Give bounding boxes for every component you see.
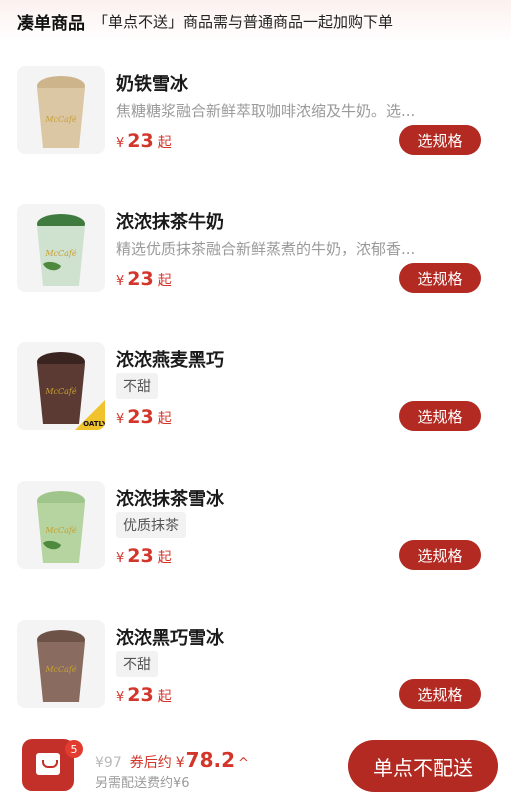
original-total: ¥97 (95, 755, 122, 771)
product-name: 浓浓抹茶雪冰 (116, 489, 224, 510)
delivery-fee-note: 另需配送费约¥6 (95, 776, 190, 791)
drink-cup-icon: McCafé (37, 76, 85, 148)
price-currency: ¥ (116, 412, 125, 427)
price-amount: 23 (127, 268, 154, 290)
product-name: 奶铁雪冰 (116, 74, 188, 95)
select-spec-button[interactable]: 选规格 (399, 401, 481, 431)
product-tag: 优质抹茶 (116, 512, 186, 538)
svg-text:McCafé: McCafé (44, 387, 77, 396)
drink-cup-icon: McCafé OATLY (37, 352, 105, 430)
price-amount: 23 (127, 130, 154, 152)
svg-text:McCafé: McCafé (44, 665, 77, 674)
after-coupon-label: 券后约 (129, 755, 172, 771)
no-delivery-button[interactable]: 单点不配送 (348, 740, 498, 792)
final-total: 78.2 (185, 748, 236, 772)
price-amount: 23 (127, 545, 154, 567)
product-tag: 不甜 (116, 651, 158, 677)
shopping-bag-icon (36, 753, 60, 775)
price-suffix: 起 (157, 273, 172, 289)
svg-text:McCafé: McCafé (44, 526, 77, 535)
price-summary[interactable]: ¥97 券后约 ¥ 78.2 ^ (95, 748, 249, 772)
product-name: 浓浓燕麦黑巧 (116, 350, 224, 371)
product-price: ¥ 23 起 (116, 130, 172, 152)
price-suffix: 起 (157, 411, 172, 427)
product-item[interactable]: McCafé 浓浓抹茶牛奶 精选优质抹茶融合新鲜蒸煮的牛奶，浓郁香... ¥ 2… (0, 204, 511, 324)
product-image[interactable]: McCafé OATLY (17, 342, 105, 430)
final-currency: ¥ (175, 755, 185, 771)
product-image[interactable]: McCafé (17, 481, 105, 569)
price-currency: ¥ (116, 551, 125, 566)
drink-cup-icon: McCafé (37, 491, 85, 563)
section-notice: 「单点不送」商品需与普通商品一起加购下单 (93, 12, 394, 31)
caret-up-icon[interactable]: ^ (238, 756, 249, 771)
product-desc: 精选优质抹茶融合新鲜蒸煮的牛奶，浓郁香... (116, 240, 416, 258)
page-header: 凑单商品 「单点不送」商品需与普通商品一起加购下单 (0, 0, 511, 42)
product-name: 浓浓黑巧雪冰 (116, 628, 224, 649)
oatly-badge-text: OATLY (83, 420, 105, 428)
product-image[interactable]: McCafé (17, 66, 105, 154)
price-amount: 23 (127, 684, 154, 706)
cart-count-badge: 5 (65, 740, 83, 758)
select-spec-button[interactable]: 选规格 (399, 125, 481, 155)
product-price: ¥ 23 起 (116, 268, 172, 290)
checkout-bar: 5 ¥97 券后约 ¥ 78.2 ^ 另需配送费约¥6 单点不配送 (0, 728, 511, 800)
price-currency: ¥ (116, 690, 125, 705)
product-price: ¥ 23 起 (116, 406, 172, 428)
product-tag: 不甜 (116, 373, 158, 399)
product-desc: 焦糖糖浆融合新鲜萃取咖啡浓缩及牛奶。选... (116, 102, 416, 120)
product-item[interactable]: McCafé 浓浓抹茶雪冰 优质抹茶 ¥ 23 起 选规格 (0, 481, 511, 601)
drink-cup-icon: McCafé (37, 214, 85, 286)
svg-text:McCafé: McCafé (44, 249, 77, 258)
product-price: ¥ 23 起 (116, 684, 172, 706)
select-spec-button[interactable]: 选规格 (399, 540, 481, 570)
price-currency: ¥ (116, 274, 125, 289)
product-item[interactable]: McCafé 奶铁雪冰 焦糖糖浆融合新鲜萃取咖啡浓缩及牛奶。选... ¥ 23 … (0, 66, 511, 186)
product-image[interactable]: McCafé (17, 204, 105, 292)
product-item[interactable]: McCafé OATLY 浓浓燕麦黑巧 不甜 ¥ 23 起 选规格 (0, 342, 511, 462)
product-price: ¥ 23 起 (116, 545, 172, 567)
select-spec-button[interactable]: 选规格 (399, 263, 481, 293)
price-suffix: 起 (157, 550, 172, 566)
product-image[interactable]: McCafé (17, 620, 105, 708)
price-suffix: 起 (157, 135, 172, 151)
drink-cup-icon: McCafé (37, 630, 85, 702)
product-item[interactable]: McCafé 浓浓黑巧雪冰 不甜 ¥ 23 起 选规格 (0, 620, 511, 740)
price-amount: 23 (127, 406, 154, 428)
svg-text:McCafé: McCafé (44, 115, 77, 124)
price-currency: ¥ (116, 136, 125, 151)
select-spec-button[interactable]: 选规格 (399, 679, 481, 709)
product-name: 浓浓抹茶牛奶 (116, 212, 224, 233)
price-suffix: 起 (157, 689, 172, 705)
section-title: 凑单商品 (17, 13, 85, 34)
